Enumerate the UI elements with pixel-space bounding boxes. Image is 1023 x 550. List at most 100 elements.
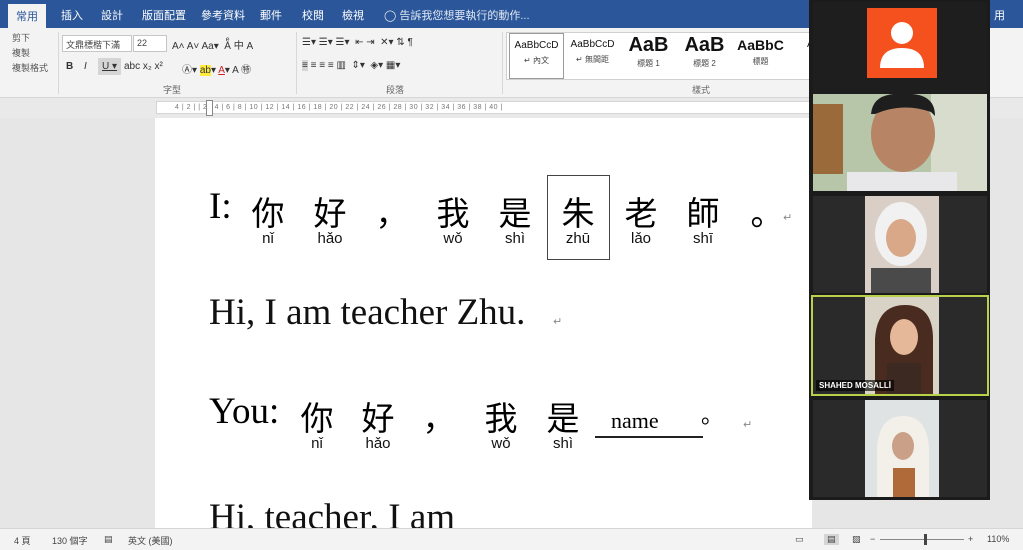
- pinyin: shì: [504, 230, 525, 247]
- indent-marker[interactable]: [206, 100, 213, 116]
- translation-line-2: Hi, teacher, I am: [209, 497, 456, 528]
- style-no-spacing[interactable]: AaBbCcD ↵ 無間距: [565, 33, 620, 79]
- participant-tile-2[interactable]: [813, 94, 987, 191]
- blank-placeholder-text: name: [611, 408, 659, 433]
- participant-tile-5[interactable]: [813, 400, 987, 497]
- style-sample: AaBbC: [737, 37, 784, 53]
- tell-me-text: 告訴我您想要執行的動作...: [399, 10, 530, 22]
- italic-button[interactable]: I: [84, 61, 87, 72]
- pinyin: lǎo: [630, 230, 652, 247]
- tab-references[interactable]: 參考資料: [201, 7, 245, 23]
- zoom-in-icon[interactable]: +: [968, 534, 973, 544]
- text-effects-highlight-color[interactable]: Ⓐ▾ ab▾ A▾ A ㊕: [182, 61, 251, 76]
- styles-group-label: 樣式: [692, 85, 711, 95]
- lightbulb-icon: ◯: [384, 10, 397, 22]
- zoom-level[interactable]: 110%: [987, 534, 1009, 544]
- word-count[interactable]: 130 個字: [52, 534, 88, 547]
- tab-design[interactable]: 設計: [101, 7, 123, 23]
- pinyin: nǐ: [311, 435, 323, 452]
- pinyin: hǎo: [317, 230, 343, 247]
- font-size-select[interactable]: 22: [133, 35, 167, 52]
- strike-sub-sup[interactable]: abc x₂ x²: [124, 61, 163, 72]
- tab-review[interactable]: 校閱: [302, 7, 324, 23]
- zoom-slider-thumb[interactable]: [924, 534, 927, 545]
- clipboard-group: 剪下 複製 複製格式: [12, 31, 48, 76]
- format-painter-button[interactable]: 複製格式: [12, 61, 48, 76]
- list-buttons[interactable]: ☰▾ ☰▾ ☰▾ ⇤ ⇥ ✕▾ ⇅ ¶: [302, 37, 413, 48]
- tab-view[interactable]: 檢視: [342, 7, 364, 23]
- style-name: 標題 1: [637, 59, 660, 68]
- pinyin: hǎo: [365, 435, 391, 452]
- highlight-box: [547, 175, 610, 260]
- speaker-prefix: I:: [209, 186, 232, 227]
- ribbon-divider: [502, 32, 503, 94]
- participant-name-tag: SHAHED MOSALLİ: [816, 380, 894, 391]
- participant-video: [813, 400, 987, 497]
- hanzi: 我: [484, 399, 518, 438]
- proofing-icon[interactable]: ▤: [104, 534, 113, 545]
- copy-button[interactable]: 複製: [12, 46, 48, 61]
- style-normal[interactable]: AaBbCcD ↵ 內文: [509, 33, 564, 79]
- style-name: ↵ 無間距: [576, 55, 609, 64]
- zoom-out-icon[interactable]: −: [870, 534, 875, 544]
- align-buttons[interactable]: ≡ ≡ ≡ ≡ ▥ ⇕▾ ◈▾ ▦▾: [302, 60, 400, 71]
- hanzi: 好: [313, 194, 347, 233]
- tab-mailings[interactable]: 郵件: [260, 7, 282, 23]
- web-layout-icon[interactable]: ▧: [852, 534, 861, 545]
- participant-video: [813, 94, 987, 191]
- participant-tile-3[interactable]: [813, 196, 987, 293]
- ribbon-divider: [58, 32, 59, 94]
- hanzi: 你: [300, 399, 334, 438]
- zoom-slider[interactable]: [880, 539, 964, 540]
- style-sample: AaB: [628, 34, 669, 56]
- style-sample: AaBbCcD: [570, 39, 615, 50]
- fill-in-blank-line[interactable]: [595, 436, 703, 438]
- paragraph-group-label: 段落: [386, 85, 405, 95]
- paragraph-mark: ↵: [743, 419, 753, 431]
- participant-tile-4[interactable]: SHAHED MOSALLİ: [811, 295, 989, 396]
- style-name: 標題 2: [693, 59, 716, 68]
- participant-video: [813, 196, 987, 293]
- style-name: 標題: [752, 57, 769, 66]
- hanzi: 老: [624, 194, 658, 233]
- hanzi: ，: [422, 399, 456, 438]
- document-page[interactable]: I: 你 好 ， 我 是 朱 老 師 。 ↵ nǐ hǎo wǒ shì zhū…: [155, 118, 812, 528]
- bold-button[interactable]: B: [66, 61, 73, 72]
- pinyin: nǐ: [262, 230, 274, 247]
- cut-button[interactable]: 剪下: [12, 31, 48, 46]
- translation-line-1: Hi, I am teacher Zhu.: [209, 292, 526, 333]
- ribbon-divider: [296, 32, 297, 94]
- font-name-select[interactable]: 文鼎標楷下滿: [62, 35, 132, 52]
- participant-tile-1[interactable]: [813, 2, 987, 99]
- status-bar: 4 頁 130 個字 ▤ 英文 (美國) ▭ ▤ ▧ − + 110%: [0, 528, 1023, 550]
- read-mode-icon[interactable]: ▭: [795, 534, 804, 545]
- hanzi: 你: [251, 194, 285, 233]
- hanzi: 我: [436, 194, 470, 233]
- tab-home[interactable]: 常用: [8, 4, 46, 28]
- video-gallery-panel: SHAHED MOSALLİ: [809, 0, 990, 500]
- hanzi: 是: [546, 399, 580, 438]
- pinyin: wǒ: [443, 230, 463, 247]
- style-heading-1[interactable]: AaB 標題 1: [621, 33, 676, 79]
- speaker-prefix: You:: [209, 391, 280, 432]
- page-count[interactable]: 4 頁: [14, 534, 31, 547]
- styles-gallery: AaBbCcD ↵ 內文 AaBbCcD ↵ 無間距 AaB 標題 1 AaB …: [506, 32, 812, 80]
- font-group-label: 字型: [163, 85, 182, 95]
- share-button[interactable]: 用: [994, 7, 1005, 23]
- style-title[interactable]: AaBbC 標題: [733, 33, 788, 79]
- pinyin: wǒ: [491, 435, 511, 452]
- print-layout-icon[interactable]: ▤: [824, 534, 839, 545]
- paragraph-mark: ↵: [553, 316, 563, 328]
- language-indicator[interactable]: 英文 (美國): [128, 534, 173, 547]
- paragraph-mark: ↵: [783, 212, 793, 224]
- tab-layout[interactable]: 版面配置: [142, 7, 186, 23]
- tell-me-search[interactable]: ◯ 告訴我您想要執行的動作...: [384, 7, 530, 23]
- tab-insert[interactable]: 插入: [61, 7, 83, 23]
- font-size-controls[interactable]: A˄ A˅ Aa▾ Aͤ 中 A: [172, 37, 253, 52]
- style-heading-2[interactable]: AaB 標題 2: [677, 33, 732, 79]
- hanzi: 。: [750, 194, 784, 233]
- style-sample: AaBbCcD: [514, 40, 559, 51]
- style-sample: AaB: [684, 34, 725, 56]
- pinyin: shī: [692, 230, 713, 247]
- underline-button[interactable]: U ▾: [98, 58, 122, 75]
